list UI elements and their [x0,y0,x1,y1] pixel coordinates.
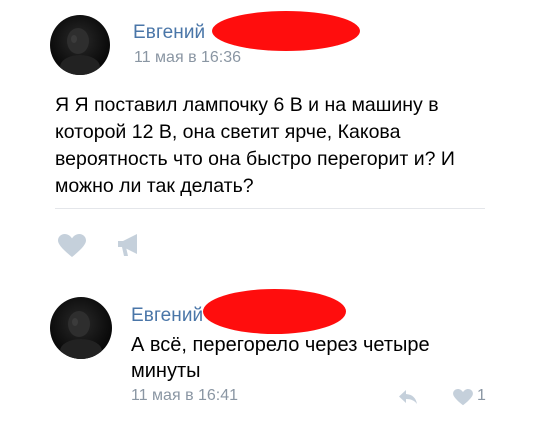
comment-author-name[interactable]: Евгений [131,305,203,327]
comment-timestamp[interactable]: 11 мая в 16:41 [131,387,238,405]
post-like-button[interactable] [58,234,86,258]
avatar-photo [60,28,100,75]
comment-reply-button[interactable] [398,389,418,405]
redaction-mark [212,11,360,51]
post-text-line: которой 12 В, она светит ярче, Какова [55,121,401,143]
megaphone-icon [118,234,137,256]
post-share-button[interactable] [117,233,141,257]
post-text-line: Я Я поставил лампочку 6 В и на машину в [55,94,439,116]
redaction-mark [203,289,346,334]
post-divider [55,208,485,209]
comment-like-button[interactable] [453,389,473,406]
post-author-avatar[interactable] [50,15,110,75]
heart-icon [58,234,86,257]
comment-like-count[interactable]: 1 [477,387,486,405]
post-timestamp[interactable]: 11 мая в 16:36 [134,49,241,67]
post-text-line: вероятность что она быстро перегорит и? … [55,148,455,170]
post-text-line: можно ли так делать? [55,175,254,197]
comment-text-line: А всё, перегорело через четыре [131,334,430,356]
comment-author-avatar[interactable] [50,297,112,359]
comment-text-line: минуты [131,360,201,382]
vk-thread: Евгений 11 мая в 16:36 Я Я поставил ламп… [0,0,540,434]
heart-icon [453,389,473,406]
post-text: Я Я поставил лампочку 6 В и на машину в … [55,92,500,200]
comment-text: А всё, перегорело через четыре минуты [131,332,511,384]
avatar-photo [60,311,102,359]
reply-arrow-icon [399,390,417,404]
post-author-name[interactable]: Евгений [133,22,205,44]
